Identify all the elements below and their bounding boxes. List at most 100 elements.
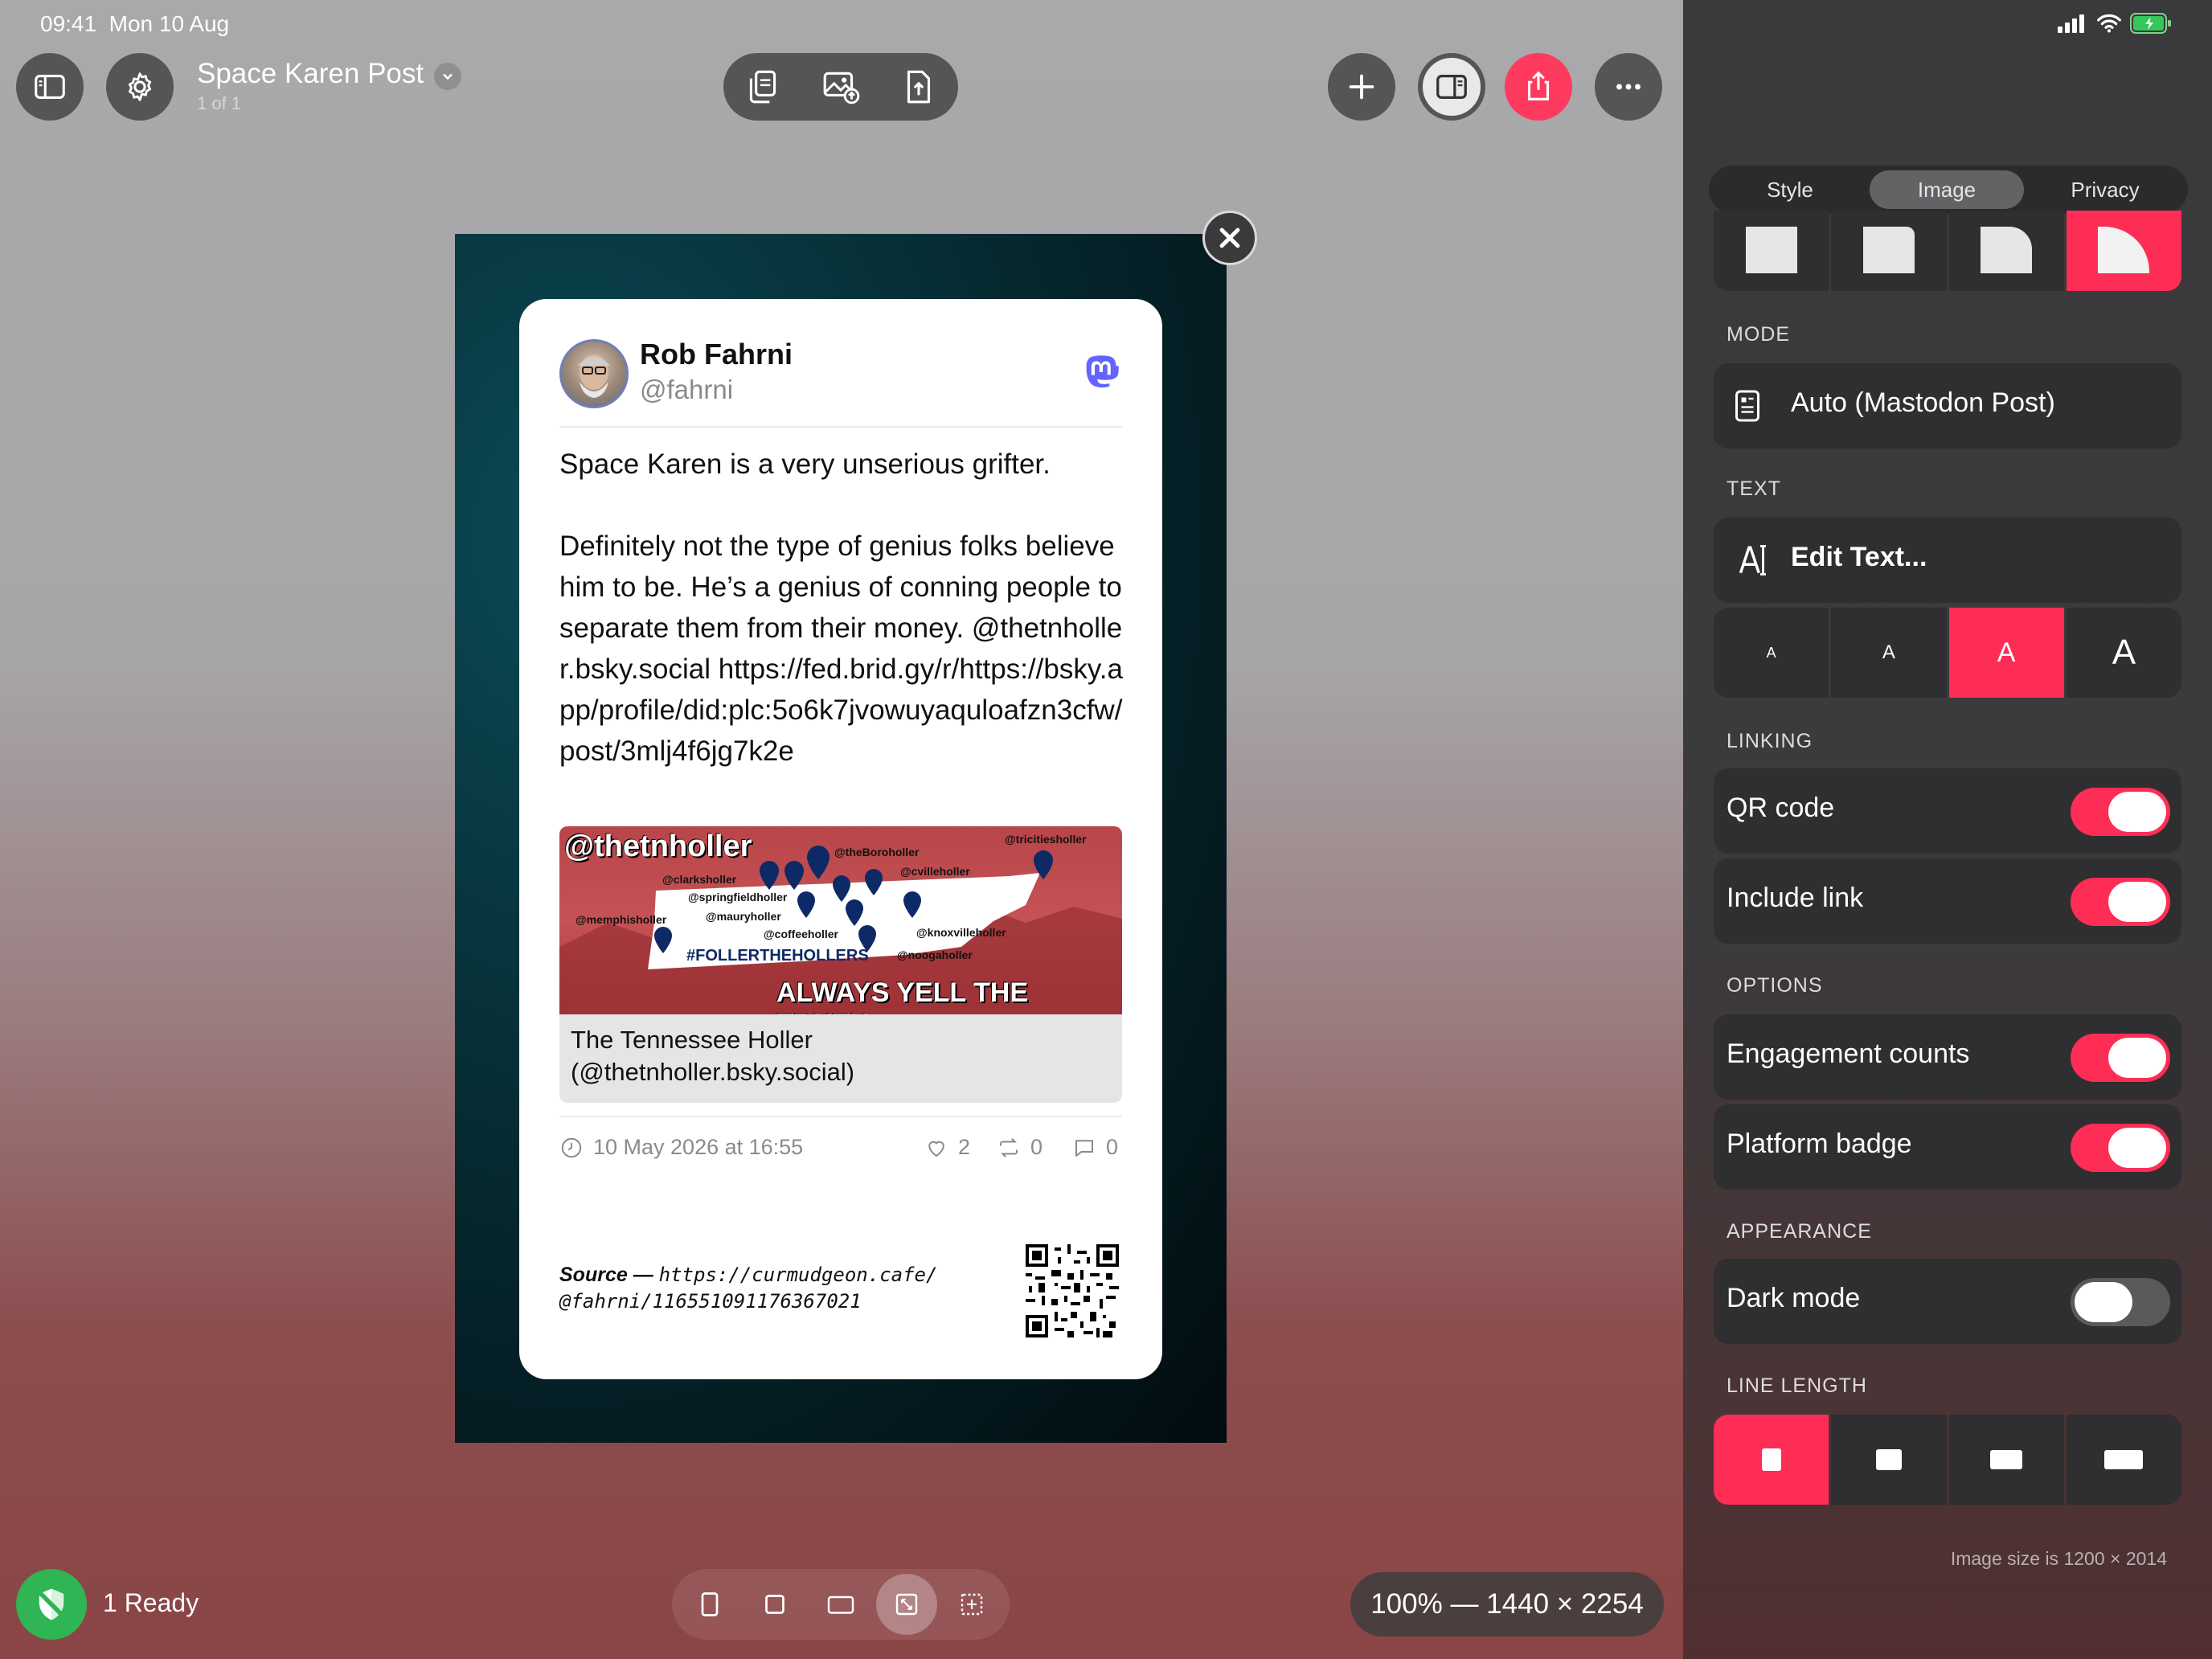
tab-privacy[interactable]: Privacy [2027,170,2183,209]
engagement-row: Engagement counts [1714,1014,2181,1100]
edit-text-label: Edit Text... [1791,542,1927,572]
export-file-button[interactable] [880,53,958,121]
status-icons [2058,13,2172,34]
line-length-medium[interactable] [1831,1415,1947,1505]
corner-square-icon [1745,227,1797,273]
replies-value: 0 [1106,1135,1119,1159]
text-header: TEXT [1727,477,1781,500]
link-image-tag: @noogaholler [897,948,973,961]
link-image-tag: @clarksholler [662,873,737,886]
landscape-icon [827,1596,854,1614]
line-length-narrow[interactable] [1714,1415,1829,1505]
aspect-fit-button[interactable] [875,1574,937,1635]
title-menu-button[interactable] [434,63,461,90]
tab-style[interactable]: Style [1714,170,1866,209]
aspect-square-button[interactable] [744,1574,805,1635]
link-image-tag: @theBoroholler [834,846,920,858]
link-caption[interactable]: The Tennessee Holler (@thetnholler.bsky.… [559,1014,1122,1103]
text-size-small-label: A [1882,641,1895,663]
corner-option-large[interactable] [2066,211,2181,291]
clock-icon [561,1137,582,1157]
line-length-header: LINE LENGTH [1727,1374,1867,1397]
document-title[interactable]: Space Karen Post [197,58,424,90]
reply-icon [1075,1139,1093,1157]
settings-button[interactable] [106,53,174,121]
mode-value: Auto (Mastodon Post) [1791,387,2055,418]
corner-option-medium[interactable] [1948,211,2064,291]
text-size-medium[interactable]: A [1948,608,2064,698]
line-length-wide[interactable] [1948,1415,2064,1505]
include-link-toggle[interactable] [2071,878,2170,926]
link-image-hashtag: #FOLLERTHEHOLLERS [686,947,869,965]
plus-icon [1349,74,1374,100]
include-link-label: Include link [1727,883,1864,913]
save-image-button[interactable] [801,53,879,121]
custom-size-icon [961,1593,983,1616]
close-preview-button[interactable] [1202,211,1257,265]
likes-count: 2 [924,1135,970,1160]
add-button[interactable] [1328,53,1395,121]
line-full-icon [2104,1450,2144,1469]
dark-mode-label: Dark mode [1727,1283,1861,1313]
sidebar-toggle-button[interactable] [16,53,84,121]
link-image-slogan: ALWAYS YELL THE TRUTH [776,977,1029,1014]
edit-text-button[interactable]: Edit Text... [1714,518,2181,603]
export-toolbar [723,53,958,121]
file-export-icon [907,70,931,104]
chevron-down-icon [443,73,453,80]
inspector-panel: Style Image Privacy MODE Auto (Mastodon … [1683,0,2212,1659]
source-label: Source — [559,1264,653,1286]
platform-badge-toggle[interactable] [2071,1124,2170,1172]
fit-icon [895,1593,917,1616]
line-length-full[interactable] [2066,1415,2181,1505]
linking-header: LINKING [1727,730,1813,752]
square-icon [765,1595,785,1614]
share-button[interactable] [1505,53,1572,121]
copy-button[interactable] [723,53,801,121]
engagement-toggle[interactable] [2071,1034,2170,1082]
aspect-ratio-toolbar [672,1569,1010,1640]
tab-image[interactable]: Image [1870,170,2024,209]
aspect-custom-button[interactable] [941,1574,1002,1635]
replies-count: 0 [1072,1135,1118,1160]
mastodon-icon [1086,355,1119,388]
close-icon [1219,227,1240,248]
source-url: https://curmudgeon.cafe/ [658,1264,938,1286]
link-subtitle: (@thetnholler.bsky.social) [571,1058,855,1086]
qr-code-toggle[interactable] [2071,788,2170,836]
text-size-medium-label: A [1997,637,2016,668]
include-link-row: Include link [1714,858,2181,944]
post-card: Rob Fahrni @fahrni Space Karen is a very… [519,299,1162,1379]
link-image-tag: @coffeeholler [764,928,839,940]
line-wide-icon [1990,1450,2023,1469]
corner-option-square[interactable] [1714,211,1829,291]
aspect-landscape-button[interactable] [810,1574,871,1635]
text-size-xsmall[interactable]: A [1714,608,1829,698]
split-view-icon [1436,74,1467,100]
author-handle: @fahrni [640,375,734,404]
text-size-options: A A A A [1714,608,2181,698]
dark-mode-toggle[interactable] [2071,1278,2170,1326]
engagement-label: Engagement counts [1727,1038,1970,1069]
zoom-size-indicator[interactable]: 100% — 1440 × 2254 [1350,1572,1664,1636]
source-url-path: @fahrni/116551091176367021 [559,1290,862,1313]
line-medium-icon [1875,1449,1902,1470]
text-size-small[interactable]: A [1831,608,1947,698]
divider [559,426,1122,428]
battery-icon [2130,13,2171,34]
options-header: OPTIONS [1727,974,1823,997]
aspect-portrait-button[interactable] [679,1574,740,1635]
reposts-value: 0 [1030,1135,1043,1159]
text-size-large[interactable]: A [2066,608,2181,698]
ready-status-button[interactable] [16,1569,87,1640]
corner-option-small[interactable] [1831,211,1947,291]
dark-mode-row: Dark mode [1714,1259,2181,1344]
inspector-toggle-button[interactable] [1418,53,1485,121]
link-image-tag: @cvilleholler [900,865,970,878]
ready-status-text: 1 Ready [103,1588,199,1617]
avatar [559,339,629,408]
mode-selector[interactable]: Auto (Mastodon Post) [1714,363,2181,449]
more-button[interactable] [1595,53,1662,121]
timestamp-text: 10 May 2026 at 16:55 [593,1135,804,1159]
inspector-tabs: Style Image Privacy [1709,166,2188,214]
